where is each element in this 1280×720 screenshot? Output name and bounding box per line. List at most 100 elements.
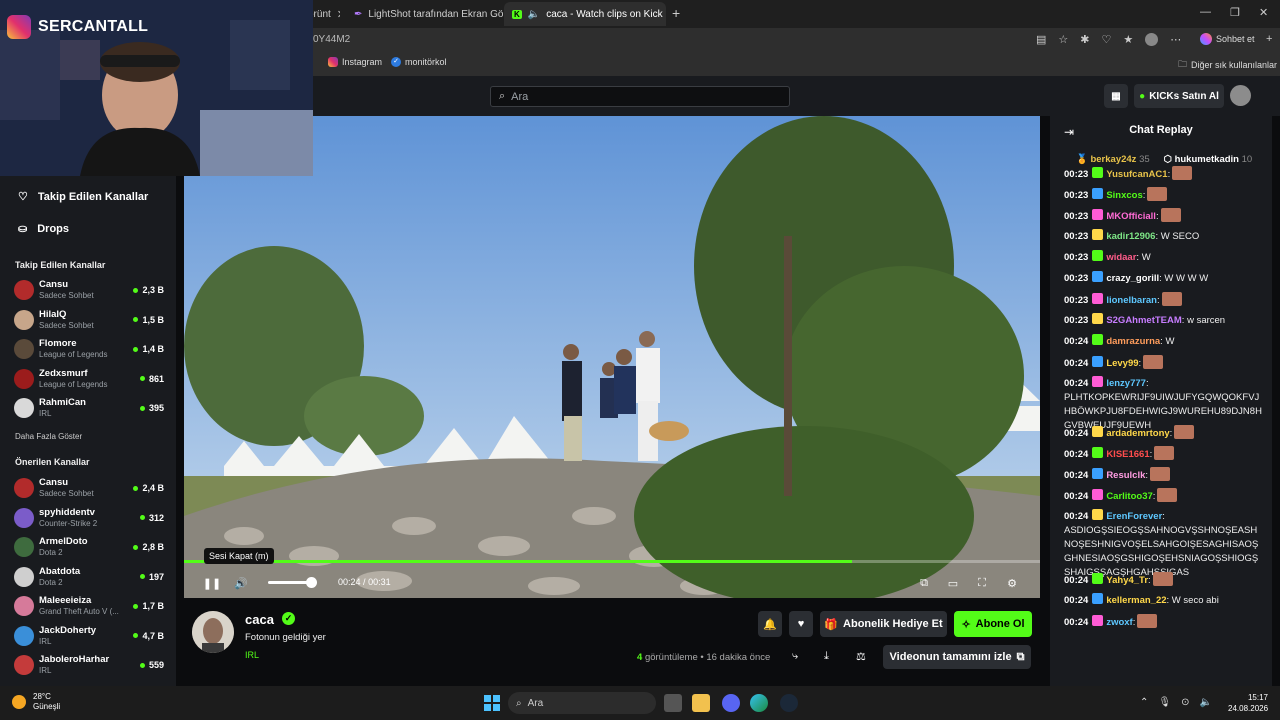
favorite-star-icon[interactable]: ☆ — [1058, 33, 1068, 46]
notification-button[interactable]: 🔔 — [758, 611, 782, 637]
bookmark-monitorkol[interactable]: ✓ monitörkol — [391, 57, 447, 67]
file-explorer-icon[interactable] — [692, 694, 710, 712]
discord-icon[interactable] — [722, 694, 740, 712]
chat-username[interactable]: Carlitoo37 — [1106, 491, 1152, 502]
moderation-icon[interactable]: ⚖ — [856, 650, 866, 663]
recommended-channel[interactable]: JackDoherty IRL 4,7 B — [14, 622, 164, 650]
recommended-channel[interactable]: spyhiddentv Counter-Strike 2 312 — [14, 504, 164, 532]
fullscreen-button[interactable]: ⛶ — [974, 575, 990, 591]
download-icon[interactable]: ⤓ — [824, 650, 829, 663]
nav-drops[interactable]: ⛀ Drops — [18, 222, 69, 236]
network-icon[interactable]: ⊙ — [1181, 697, 1189, 708]
chat-username[interactable]: Yahy4_Tr — [1106, 575, 1148, 586]
buy-kicks-button[interactable]: ● KICKs Satın Al — [1134, 84, 1224, 108]
theater-button[interactable]: ▭ — [945, 575, 961, 591]
follow-button[interactable]: ♥ — [789, 611, 813, 637]
close-tab-icon[interactable]: ✕ — [337, 8, 340, 21]
close-window-icon[interactable]: ✕ — [1259, 6, 1268, 19]
edge-icon[interactable] — [750, 694, 768, 712]
settings-button[interactable]: ⚙ — [1004, 575, 1020, 591]
pip-button[interactable]: ⧉ — [916, 575, 932, 591]
chat-username[interactable]: kadir12906 — [1106, 231, 1155, 242]
recommended-channel[interactable]: ArmelDoto Dota 2 2,8 B — [14, 533, 164, 561]
search-input[interactable]: ⌕ Ara — [490, 86, 790, 107]
chat-username[interactable]: ErenForever — [1106, 511, 1162, 522]
channel-avatar[interactable] — [192, 611, 234, 653]
steam-icon[interactable] — [780, 694, 798, 712]
progress-bar[interactable] — [184, 560, 1040, 563]
layout-button[interactable]: ▦ — [1104, 84, 1128, 108]
browser-tab-active[interactable]: K 🔈 caca - Watch clips on Kick ✕ — [504, 2, 666, 26]
favorites-icon[interactable]: ★ — [1123, 33, 1133, 46]
minimize-icon[interactable]: — — [1200, 6, 1211, 18]
recommended-channel[interactable]: Maleeeieiza Grand Theft Auto V (... 1,7 B — [14, 592, 164, 620]
url-fragment[interactable]: 0Y44M2 — [313, 34, 350, 45]
more-icon[interactable]: ⋯ — [1170, 33, 1181, 46]
recommended-channel[interactable]: Cansu Sadece Sohbet 2,4 B — [14, 474, 164, 502]
speaker-icon[interactable]: 🔈 — [1199, 697, 1211, 708]
chat-timestamp: 00:24 — [1064, 491, 1089, 502]
followed-channel[interactable]: Flomore League of Legends 1,4 B — [14, 335, 164, 363]
followed-channel[interactable]: HilalQ Sadece Sohbet 1,5 B — [14, 306, 164, 334]
chat-username[interactable]: MKOfficiall — [1106, 211, 1156, 222]
new-tab-icon[interactable]: + — [672, 5, 680, 21]
task-view-icon[interactable] — [664, 694, 682, 712]
share-icon[interactable]: ⤷ — [792, 650, 798, 663]
browser-essentials-icon[interactable]: ♡ — [1102, 33, 1112, 46]
top-gifter[interactable]: 🏅 berkay24z 35 — [1076, 154, 1150, 165]
reader-icon[interactable]: ▤ — [1036, 33, 1046, 46]
chat-text: : — [1142, 190, 1146, 201]
nav-followed-channels[interactable]: ♡ Takip Edilen Kanallar — [18, 190, 148, 204]
channel-name[interactable]: caca — [245, 612, 274, 627]
top-gifter[interactable]: ⬡ hukumetkadin 10 — [1164, 154, 1253, 165]
add-icon[interactable]: + — [1266, 33, 1272, 45]
gift-sub-button[interactable]: 🎁 Abonelik Hediye Et — [820, 611, 947, 637]
chat-username[interactable]: KISE1661 — [1106, 449, 1149, 460]
channel-avatar — [14, 309, 34, 330]
subscribe-button[interactable]: ✧ Abone Ol — [954, 611, 1032, 637]
start-windows-icon[interactable] — [484, 695, 500, 711]
verified-check-icon: ✓ — [391, 57, 401, 67]
chat-username[interactable]: kellerman_22 — [1106, 595, 1166, 606]
followed-channel[interactable]: RahmiCan IRL 395 — [14, 394, 164, 422]
maximize-icon[interactable]: ❐ — [1230, 6, 1240, 19]
volume-button[interactable]: 🔊 — [233, 575, 249, 591]
volume-knob[interactable] — [306, 577, 317, 588]
followed-channel[interactable]: Zedxsmurf League of Legends 861 — [14, 365, 164, 393]
recommended-channel[interactable]: Abatdota Dota 2 197 — [14, 563, 164, 591]
browser-tab[interactable]: ✒ LightShot tarafından Ekran Görünt ✕ — [346, 2, 504, 26]
chat-username[interactable]: Levy99 — [1106, 358, 1138, 369]
chat-username[interactable]: crazy_gorill — [1106, 273, 1159, 284]
watch-full-label: Videonun tamamını izle — [889, 651, 1012, 663]
recommended-channel[interactable]: JaboleroHarhar IRL 559 — [14, 651, 164, 679]
microphone-icon[interactable]: 🎙 — [1158, 697, 1171, 708]
profile-icon[interactable] — [1145, 33, 1159, 46]
chat-username[interactable]: YusufcanAC1 — [1106, 169, 1167, 180]
chat-username[interactable]: S2GAhmetTEAM — [1106, 315, 1181, 326]
followed-channel[interactable]: Cansu Sadece Sohbet 2,3 B — [14, 276, 164, 304]
taskbar-search[interactable]: ⌕ Ara — [508, 692, 656, 714]
chat-username[interactable]: Resulclk — [1106, 470, 1145, 481]
bookmark-instagram[interactable]: Instagram — [328, 57, 382, 67]
chat-username[interactable]: Sinxcos — [1106, 190, 1142, 201]
chat-username[interactable]: ardademrtony — [1106, 428, 1169, 439]
weather-widget[interactable]: 28°C Güneşli — [33, 692, 60, 712]
copilot-chat-button[interactable]: Sohbet et — [1200, 33, 1255, 45]
chat-username[interactable]: lionelbaran — [1106, 295, 1157, 306]
clock[interactable]: 15:17 24.08.2026 — [1228, 692, 1268, 714]
other-favorites[interactable]: 🗀 Diğer sık kullanılanlar — [1178, 57, 1277, 73]
clip-category[interactable]: IRL — [245, 650, 259, 660]
user-avatar[interactable] — [1230, 85, 1251, 106]
watch-full-video-button[interactable]: Videonun tamamını izle ⧉ — [883, 645, 1031, 669]
show-more-link[interactable]: Daha Fazla Göster — [15, 432, 82, 441]
chevron-up-icon[interactable]: ⌃ — [1140, 697, 1148, 708]
extensions-icon[interactable]: ✱ — [1080, 33, 1089, 46]
chat-message: 00:23 kadir12906: W SECO — [1064, 229, 1264, 244]
video-player[interactable] — [184, 116, 1040, 598]
chat-username[interactable]: widaar — [1106, 252, 1136, 263]
pause-button[interactable]: ❚❚ — [203, 575, 221, 591]
chat-scrollbar[interactable] — [1273, 116, 1280, 686]
chat-username[interactable]: zwoxf — [1106, 617, 1132, 628]
chat-username[interactable]: lenzy777 — [1106, 378, 1146, 389]
chat-username[interactable]: damrazurna — [1106, 336, 1160, 347]
